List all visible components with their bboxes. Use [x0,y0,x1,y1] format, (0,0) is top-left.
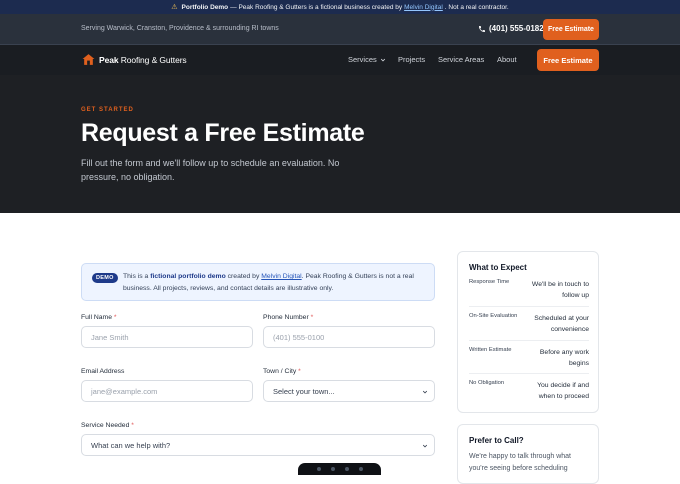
phone-icon [479,25,485,32]
required-mark: * [310,314,314,321]
full-name-label: Full Name * [81,314,117,321]
expect-row-key: No Obligation [469,380,505,386]
nav-service-areas[interactable]: Service Areas [438,55,484,64]
phone-label: Phone Number * [263,314,313,321]
notice-link[interactable]: Melvin Digital [261,273,301,280]
phone-input[interactable]: (401) 555-0100 [263,326,435,348]
toolbar-dot [344,467,349,471]
house-icon [82,54,95,65]
demo-notice: DEMO This is a fictional portfolio demo … [81,263,435,301]
notice-text-2: created by [225,273,262,280]
floating-toolbar[interactable] [298,463,381,475]
demo-banner-link[interactable]: Melvin Digital [404,4,443,11]
nav-services[interactable]: Services [348,55,386,64]
required-mark: * [131,422,134,429]
hero: GET STARTED Request a Free Estimate Fill… [0,75,680,213]
expect-row-value: You decide if and when to proceed [537,382,589,400]
town-label-text: Town / City [263,368,297,375]
brand-bold: Peak [99,54,119,65]
demo-banner-text: — Peak Roofing & Gutters is a fictional … [230,3,403,11]
service-select[interactable]: What can we help with? [81,434,435,456]
service-label: Service Needed * [81,422,134,429]
expect-row-key: Response Time [469,279,510,285]
town-label: Town / City * [263,368,301,375]
free-estimate-nav-button[interactable]: Free Estimate [537,49,599,71]
email-input[interactable]: jane@example.com [81,380,253,402]
service-label-text: Service Needed [81,422,130,429]
hero-eyebrow: GET STARTED [81,107,134,113]
town-select-value: Select your town... [273,386,335,396]
demo-banner-text-end: . Not a real contractor. [444,3,509,11]
expect-row-key: Written Estimate [469,347,512,353]
prefer-to-call-title: Prefer to Call? [469,436,524,445]
email-label: Email Address [81,368,124,375]
nav-projects[interactable]: Projects [398,55,425,64]
prefer-to-call-card: Prefer to Call? We're happy to talk thro… [457,424,599,484]
brand-name: Peak Roofing & Gutters [99,55,187,65]
divider [469,306,589,307]
town-select[interactable]: Select your town... [263,380,435,402]
what-to-expect-title: What to Expect [469,263,527,272]
service-area-text: Serving Warwick, Cranston, Providence & … [81,25,279,32]
what-to-expect-card: What to Expect Response Time We'll be in… [457,251,599,413]
phone-number: (401) 555-0182 [489,24,544,33]
divider [469,340,589,341]
demo-notice-text: This is a fictional portfolio demo creat… [123,271,428,295]
full-name-input[interactable]: Jane Smith [81,326,253,348]
main-nav: Peak Roofing & Gutters Services Projects… [0,45,680,75]
expect-row-value: We'll be in touch to follow up [531,281,589,299]
warning-icon: ⚠ [171,4,178,11]
toolbar-dot [358,467,363,471]
prefer-to-call-text: We're happy to talk through what you're … [469,453,571,472]
notice-text-1: This is a [123,273,151,280]
demo-badge: DEMO [92,273,118,283]
chevron-down-icon [380,58,385,61]
notice-bold: fictional portfolio demo [150,273,226,280]
toolbar-dot [316,467,321,471]
phone-link[interactable]: (401) 555-0182 [478,24,544,33]
email-label-text: Email Address [81,368,125,375]
nav-services-label: Services [348,55,377,64]
hero-subtitle: Fill out the form and we'll follow up to… [81,158,340,182]
phone-label-text: Phone Number [263,314,309,321]
chevron-down-icon [422,444,428,448]
expect-row-value: Before any work begins [539,349,589,367]
full-name-label-text: Full Name [81,314,112,321]
service-select-value: What can we help with? [91,440,171,450]
demo-banner: ⚠ Portfolio Demo — Peak Roofing & Gutter… [0,0,680,14]
brand-light: Roofing & Gutters [118,54,187,65]
toolbar-dot [330,467,335,471]
utility-bar: Serving Warwick, Cranston, Providence & … [0,14,680,45]
free-estimate-top-button[interactable]: Free Estimate [543,19,599,40]
divider [469,373,589,374]
expect-row-value: Scheduled at your convenience [534,315,589,333]
logo[interactable]: Peak Roofing & Gutters [82,53,187,66]
chevron-down-icon [422,390,428,394]
required-mark: * [113,314,117,321]
expect-row-key: On-Site Evaluation [469,313,518,319]
page-title: Request a Free Estimate [81,119,365,147]
nav-about[interactable]: About [497,55,517,64]
required-mark: * [298,368,301,375]
demo-banner-prefix: Portfolio Demo [181,3,229,11]
